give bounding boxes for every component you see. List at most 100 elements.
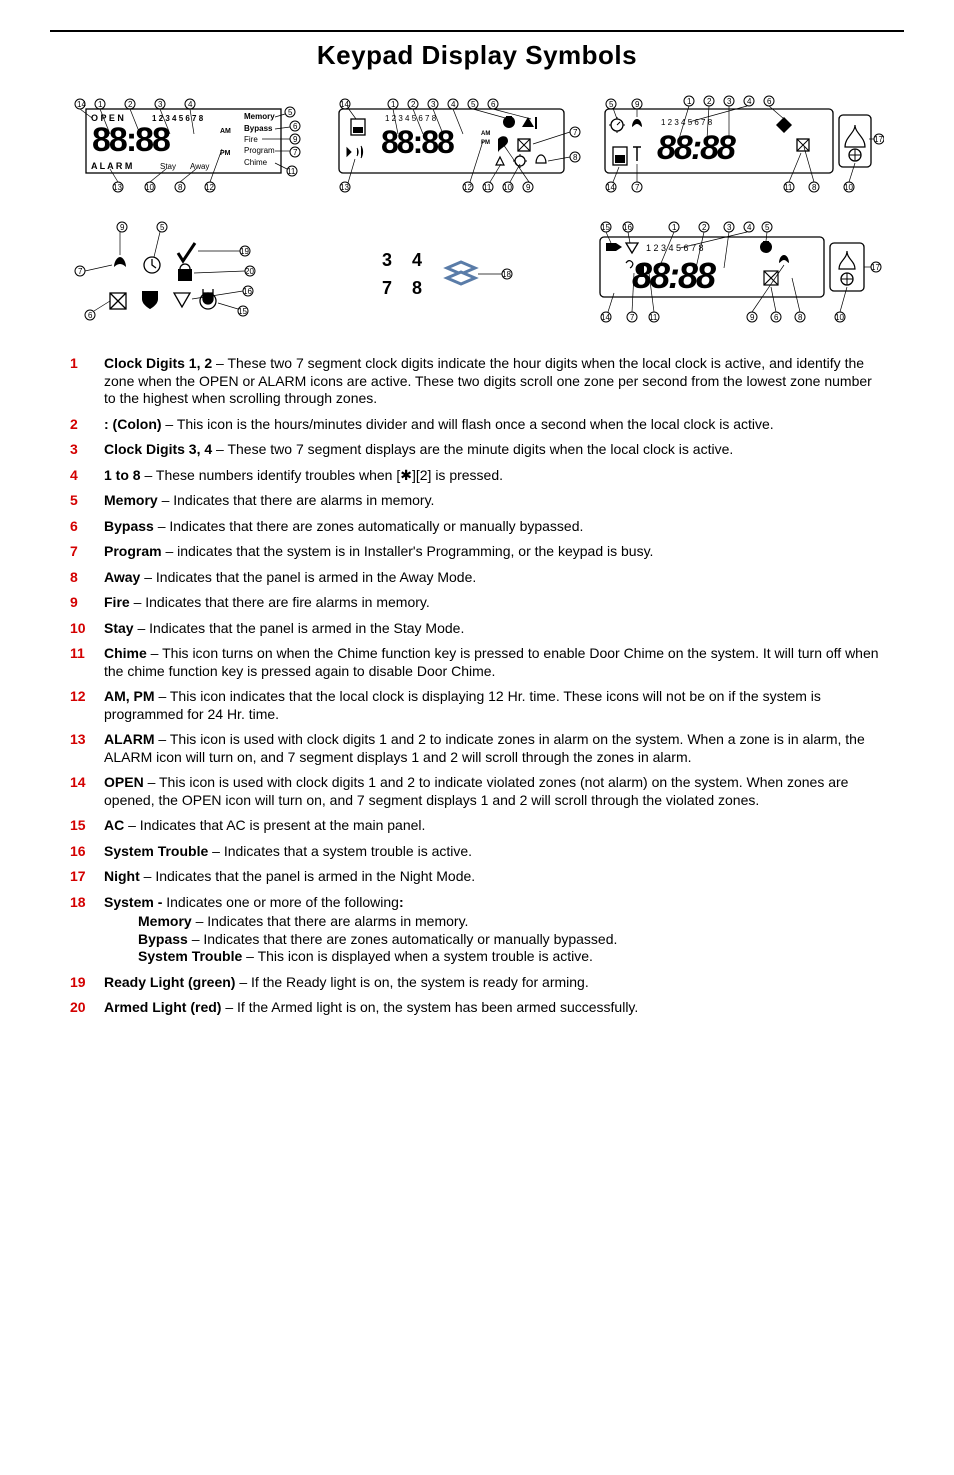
svg-text:3: 3 [158, 100, 163, 109]
svg-text:16: 16 [243, 287, 252, 296]
symbol-list: 1Clock Digits 1, 2 – These two 7 segment… [70, 355, 884, 1017]
display-diagram-5: 3 4 7 8 18 [332, 228, 532, 318]
item-7: 7Program – indicates that the system is … [70, 543, 884, 561]
display-diagram-3: 1 2 3 4 5 6 7 8 88:88 5 9 1 2 3 4 6 17 [589, 89, 884, 199]
svg-text:2: 2 [702, 223, 707, 232]
svg-text:4: 4 [412, 250, 422, 270]
svg-text:17: 17 [871, 263, 880, 272]
svg-text:Away: Away [190, 162, 209, 171]
svg-text:13: 13 [113, 183, 122, 192]
svg-text:88:88: 88:88 [657, 129, 736, 167]
svg-text:14: 14 [77, 100, 86, 109]
svg-text:1 2 3 4 5 6 7 8: 1 2 3 4 5 6 7 8 [661, 118, 713, 127]
item-2: 2: (Colon) – This icon is the hours/minu… [70, 416, 884, 434]
svg-text:7: 7 [573, 128, 578, 137]
svg-text:4: 4 [188, 100, 193, 109]
svg-text:AM: AM [220, 128, 231, 135]
svg-text:8: 8 [798, 313, 803, 322]
display-diagram-6: 1 2 3 4 5 6 7 8 88:88 15 16 1 2 3 4 [584, 213, 884, 333]
svg-text:14: 14 [340, 100, 349, 109]
svg-text:88:88: 88:88 [381, 124, 454, 160]
svg-text:6: 6 [774, 313, 779, 322]
svg-text:10: 10 [503, 183, 512, 192]
svg-text:14: 14 [606, 183, 615, 192]
svg-text:Stay: Stay [160, 162, 176, 171]
svg-text:6: 6 [767, 97, 772, 106]
svg-text:7: 7 [78, 267, 83, 276]
svg-text:17: 17 [874, 135, 883, 144]
svg-text:8: 8 [573, 153, 578, 162]
item-20: 20Armed Light (red) – If the Armed light… [70, 999, 884, 1017]
svg-text:7: 7 [382, 278, 392, 298]
item-1: 1Clock Digits 1, 2 – These two 7 segment… [70, 355, 884, 408]
svg-text:Bypass: Bypass [244, 124, 273, 133]
display-diagram-4: 9 5 7 6 19 20 16 15 [70, 213, 280, 333]
svg-text:88:88: 88:88 [92, 121, 170, 159]
diagram-row-1: O P E N 1 2 3 4 5 6 7 8 88:88 AM PM A L … [70, 89, 884, 199]
item-10: 10Stay – Indicates that the panel is arm… [70, 620, 884, 638]
item-19: 19Ready Light (green) – If the Ready lig… [70, 974, 884, 992]
item-18: 18 System - Indicates one or more of the… [70, 894, 884, 966]
svg-text:7: 7 [293, 148, 298, 157]
svg-text:3: 3 [431, 100, 436, 109]
svg-text:8: 8 [412, 278, 422, 298]
page-title: Keypad Display Symbols [70, 40, 884, 71]
svg-text:6: 6 [88, 311, 93, 320]
item-3: 3Clock Digits 3, 4 – These two 7 segment… [70, 441, 884, 459]
display-diagram-1: O P E N 1 2 3 4 5 6 7 8 88:88 AM PM A L … [70, 89, 322, 199]
svg-text:2: 2 [411, 100, 416, 109]
svg-text:5: 5 [288, 108, 293, 117]
svg-text:14: 14 [601, 313, 610, 322]
item-4: 41 to 8 – These numbers identify trouble… [70, 467, 884, 485]
svg-text:5: 5 [765, 223, 770, 232]
top-rule [50, 30, 904, 32]
svg-text:7: 7 [630, 313, 635, 322]
svg-text:8: 8 [178, 183, 183, 192]
item-17: 17Night – Indicates that the panel is ar… [70, 868, 884, 886]
svg-text:2: 2 [128, 100, 133, 109]
display-diagram-2: 1 2 3 4 5 6 7 8 88:88 AM PM 14 1 2 3 4 5… [323, 89, 588, 199]
svg-text:1: 1 [672, 223, 677, 232]
svg-text:10: 10 [844, 183, 853, 192]
svg-text:Chime: Chime [244, 158, 268, 167]
item-15: 15AC – Indicates that AC is present at t… [70, 817, 884, 835]
svg-text:16: 16 [623, 223, 632, 232]
svg-text:6: 6 [491, 100, 496, 109]
svg-text:4: 4 [451, 100, 456, 109]
svg-text:1: 1 [98, 100, 103, 109]
item-5: 5Memory – Indicates that there are alarm… [70, 492, 884, 510]
svg-text:4: 4 [747, 97, 752, 106]
svg-text:5: 5 [609, 100, 614, 109]
svg-text:3: 3 [382, 250, 392, 270]
svg-text:3: 3 [727, 97, 732, 106]
item-12: 12AM, PM – This icon indicates that the … [70, 688, 884, 723]
item-14: 14OPEN – This icon is used with clock di… [70, 774, 884, 809]
svg-text:15: 15 [601, 223, 610, 232]
svg-text:20: 20 [245, 267, 254, 276]
item-6: 6Bypass – Indicates that there are zones… [70, 518, 884, 536]
svg-text:AM: AM [481, 131, 490, 137]
svg-text:9: 9 [750, 313, 755, 322]
item-13: 13ALARM – This icon is used with clock d… [70, 731, 884, 766]
svg-text:3: 3 [727, 223, 732, 232]
svg-text:88:88: 88:88 [632, 255, 716, 296]
svg-text:18: 18 [502, 270, 511, 279]
svg-text:11: 11 [287, 167, 296, 176]
svg-text:6: 6 [293, 122, 298, 131]
svg-text:5: 5 [471, 100, 476, 109]
svg-text:9: 9 [120, 223, 125, 232]
svg-text:7: 7 [635, 183, 640, 192]
svg-text:9: 9 [293, 135, 298, 144]
item-16: 16System Trouble – Indicates that a syst… [70, 843, 884, 861]
svg-text:10: 10 [835, 313, 844, 322]
svg-text:9: 9 [635, 100, 640, 109]
svg-text:11: 11 [483, 183, 492, 192]
diagram-row-2: 9 5 7 6 1 9 20 16 15 [70, 213, 884, 333]
svg-text:2: 2 [707, 97, 712, 106]
item-8: 8Away – Indicates that the panel is arme… [70, 569, 884, 587]
svg-text:15: 15 [238, 307, 247, 316]
svg-text:Memory: Memory [244, 112, 275, 121]
svg-text:8: 8 [812, 183, 817, 192]
svg-text:A L A R M: A L A R M [91, 161, 132, 171]
svg-text:4: 4 [747, 223, 752, 232]
